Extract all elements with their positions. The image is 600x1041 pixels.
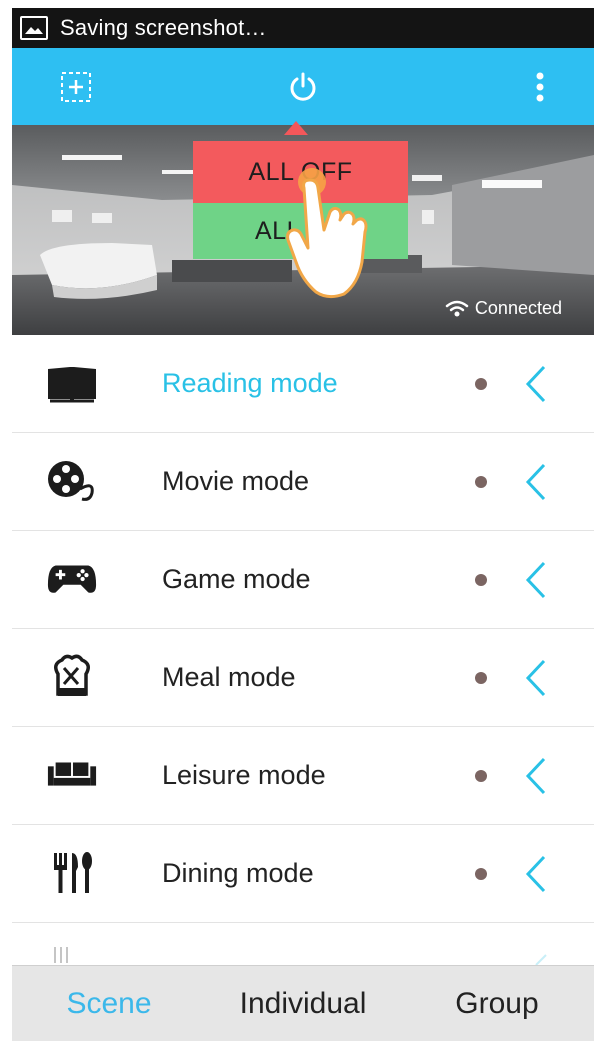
power-icon	[290, 72, 316, 101]
connection-status: Connected	[445, 298, 562, 319]
status-text: Saving screenshot…	[60, 15, 267, 40]
scene-label: Game mode	[162, 564, 311, 594]
chevron-left-icon[interactable]	[524, 855, 548, 893]
scene-status-dot	[475, 671, 487, 684]
all-off-button[interactable]: ALL OFF	[193, 141, 408, 203]
scene-row-game[interactable]: Game mode	[12, 531, 594, 629]
popup-pointer	[284, 121, 308, 135]
overflow-menu-button[interactable]	[520, 48, 560, 125]
all-switch-popup: ALL OFF ALL ON	[193, 141, 408, 259]
tab-group[interactable]: Group	[400, 966, 594, 1041]
chevron-left-icon[interactable]	[524, 659, 548, 697]
cutlery-icon	[46, 849, 98, 897]
chevron-left-icon[interactable]	[524, 561, 548, 599]
gamepad-icon	[46, 555, 98, 603]
book-icon	[46, 359, 98, 407]
wifi-icon	[445, 300, 469, 316]
scene-label: Movie mode	[162, 466, 310, 496]
scene-status-dot	[475, 573, 487, 586]
scene-row-dining[interactable]: Dining mode	[12, 825, 594, 923]
film-reel-icon	[46, 457, 98, 505]
scene-status-dot	[475, 377, 487, 390]
scene-status-dot	[475, 475, 487, 488]
all-on-button[interactable]: ALL ON	[193, 203, 408, 259]
status-bar: Saving screenshot…	[12, 8, 594, 48]
chef-icon	[46, 653, 98, 701]
scene-row-leisure[interactable]: Leisure mode	[12, 727, 594, 825]
sofa-icon	[46, 751, 98, 799]
scene-label: Reading mode	[162, 368, 338, 398]
bottom-tab-bar: Scene Individual Group	[12, 965, 594, 1041]
scene-status-dot	[475, 867, 487, 880]
overflow-menu-icon	[536, 72, 544, 101]
chevron-left-icon[interactable]	[524, 757, 548, 795]
scene-label: Leisure mode	[162, 760, 326, 790]
scene-row-movie[interactable]: Movie mode	[12, 433, 594, 531]
app-screen: Saving screenshot… ALL OFF ALL ON Connec…	[12, 8, 594, 1041]
scene-label: Dining mode	[162, 858, 314, 888]
scene-status-dot	[475, 769, 487, 782]
add-device-button[interactable]	[52, 48, 100, 125]
chevron-left-icon[interactable]	[524, 463, 548, 501]
connection-status-text: Connected	[474, 298, 562, 318]
scene-row-meal[interactable]: Meal mode	[12, 629, 594, 727]
scene-list: Reading mode Movie mode Game mode Meal m…	[12, 335, 594, 973]
scene-row-reading[interactable]: Reading mode	[12, 335, 594, 433]
action-bar	[12, 48, 594, 125]
tab-scene[interactable]: Scene	[12, 966, 206, 1041]
chevron-left-icon[interactable]	[524, 365, 548, 403]
add-device-icon	[61, 71, 91, 102]
power-button[interactable]	[278, 48, 328, 125]
tab-individual[interactable]: Individual	[206, 966, 400, 1041]
scene-label: Meal mode	[162, 662, 296, 692]
image-icon	[20, 16, 48, 40]
